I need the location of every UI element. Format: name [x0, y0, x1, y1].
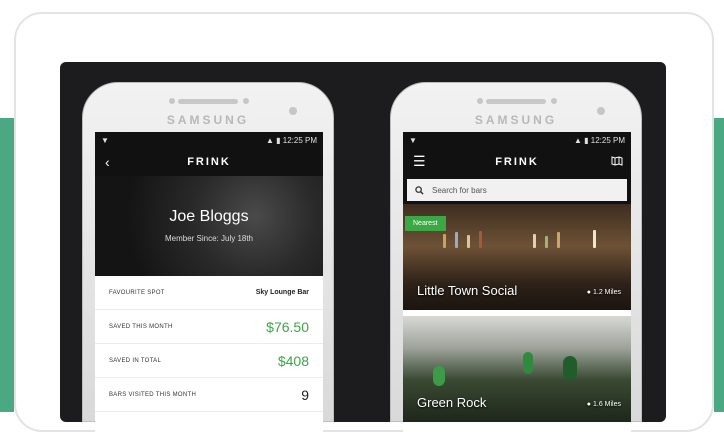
stat-value: $408 — [277, 352, 309, 369]
status-right: ▲ ▮ 12:25 PM — [574, 136, 625, 145]
phone-bars: SAMSUNG ▼ ▲ ▮ 12:25 PM ☰ FRINK Search fo… — [390, 82, 642, 432]
battery-icon: ▮ — [276, 135, 281, 145]
phone-brand: SAMSUNG — [166, 113, 250, 127]
phone-speaker — [178, 99, 238, 104]
stats-list: FAVOURITE SPOT Sky Lounge Bar SAVED THIS… — [95, 276, 323, 412]
wifi-icon: ▲ — [265, 135, 274, 145]
stat-value: 9 — [301, 386, 309, 403]
status-time: 12:25 PM — [282, 135, 317, 145]
back-arrow-icon[interactable]: ‹ — [105, 154, 110, 170]
bars-screen: ▼ ▲ ▮ 12:25 PM ☰ FRINK Search for bars N… — [403, 132, 631, 432]
stat-label: BARS VISITED THIS MONTH — [109, 391, 197, 398]
stat-label: SAVED THIS MONTH — [109, 323, 173, 330]
wifi-icon: ▲ — [573, 135, 582, 145]
search-box[interactable] — [407, 179, 627, 201]
app-bar: ☰ FRINK — [403, 148, 631, 176]
hamburger-menu-icon[interactable]: ☰ — [413, 153, 426, 170]
stat-row: FAVOURITE SPOT Sky Lounge Bar — [95, 276, 323, 310]
stat-row: BARS VISITED THIS MONTH 9 — [95, 378, 323, 412]
status-bar: ▼ ▲ ▮ 12:25 PM — [403, 132, 631, 148]
venue-card[interactable]: Nearest Little Town Social ● 1.2 Miles — [403, 204, 631, 310]
teal-band-left — [0, 118, 14, 412]
profile-name: Joe Bloggs — [169, 208, 249, 225]
search-icon — [415, 185, 424, 195]
sensor-dot — [477, 98, 483, 104]
status-right: ▲ ▮ 12:25 PM — [266, 136, 317, 145]
location-pin-icon: ● — [586, 401, 592, 408]
stat-row: SAVED IN TOTAL $408 — [95, 344, 323, 378]
venue-card[interactable]: Green Rock ● 1.6 Miles — [403, 316, 631, 422]
search-input[interactable] — [430, 184, 614, 196]
sensor-dot — [169, 98, 175, 104]
venue-name: Little Town Social — [417, 283, 518, 298]
signal-icon: ▼ — [409, 135, 417, 145]
sensor-dot — [243, 98, 249, 104]
stat-value: Sky Lounge Bar — [255, 289, 309, 296]
status-time: 12:25 PM — [590, 135, 625, 145]
phone-profile: SAMSUNG ▼ ▲ ▮ 12:25 PM ‹ FRINK Joe Blogg… — [82, 82, 334, 432]
venue-distance: ● 1.6 Miles — [586, 401, 621, 408]
phone-speaker — [486, 99, 546, 104]
teal-band-right — [714, 118, 724, 412]
app-bar: ‹ FRINK — [95, 148, 323, 176]
stat-label: FAVOURITE SPOT — [109, 289, 165, 296]
venue-distance: ● 1.2 Miles — [586, 289, 621, 296]
app-title: FRINK — [495, 156, 539, 168]
status-bar: ▼ ▲ ▮ 12:25 PM — [95, 132, 323, 148]
battery-icon: ▮ — [584, 135, 589, 145]
stat-label: SAVED IN TOTAL — [109, 357, 162, 364]
search-bar — [403, 176, 631, 204]
profile-header: Joe Bloggs Member Since: July 18th — [95, 176, 323, 276]
member-since: Member Since: July 18th — [164, 234, 254, 243]
phone-brand: SAMSUNG — [474, 113, 558, 127]
app-title: FRINK — [187, 156, 231, 168]
profile-screen: ▼ ▲ ▮ 12:25 PM ‹ FRINK Joe Bloggs Member… — [95, 132, 323, 432]
signal-icon: ▼ — [101, 135, 109, 145]
venue-name: Green Rock — [417, 395, 487, 410]
location-pin-icon: ● — [586, 289, 592, 296]
sensor-dot — [551, 98, 557, 104]
map-icon[interactable] — [611, 156, 623, 166]
nearest-badge: Nearest — [405, 216, 446, 231]
stat-row: SAVED THIS MONTH $76.50 — [95, 310, 323, 344]
stat-value: $76.50 — [266, 318, 309, 335]
